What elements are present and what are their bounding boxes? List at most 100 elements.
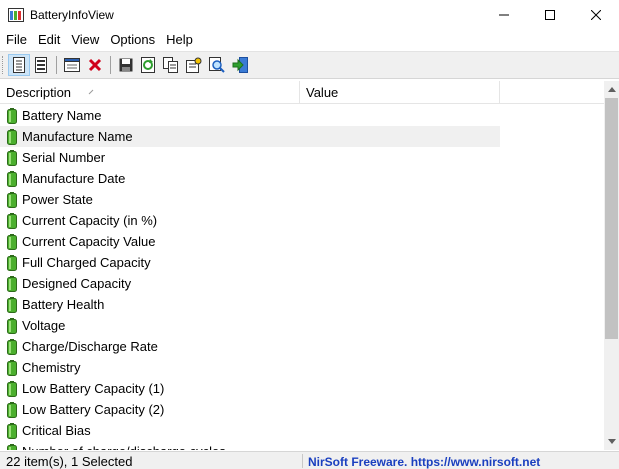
save-icon	[119, 58, 133, 72]
list-item[interactable]: Manufacture Name	[0, 126, 604, 147]
maximize-button[interactable]	[527, 0, 573, 30]
menu-bar: File Edit View Options Help	[0, 30, 619, 50]
column-description-label: Description	[6, 85, 72, 100]
battery-icon	[7, 297, 17, 313]
list-item-label: Power State	[22, 192, 93, 207]
list-item[interactable]: Current Capacity Value	[0, 231, 604, 252]
battery-info-view-button[interactable]	[8, 54, 30, 76]
list-item-label: Critical Bias	[22, 423, 91, 438]
battery-icon	[7, 255, 17, 271]
refresh-icon	[141, 57, 155, 73]
chevron-down-icon	[607, 439, 616, 444]
battery-icon	[7, 129, 17, 145]
status-separator	[302, 454, 303, 468]
list-item[interactable]: Manufacture Date	[0, 168, 604, 189]
menu-help[interactable]: Help	[160, 30, 198, 50]
list-item-label: Full Charged Capacity	[22, 255, 151, 270]
battery-icon	[7, 444, 17, 450]
battery-icon	[7, 318, 17, 334]
nirsoft-link[interactable]: NirSoft Freeware. https://www.nirsoft.ne…	[308, 454, 540, 469]
properties-icon	[186, 57, 202, 73]
battery-icon	[7, 192, 17, 208]
maximize-icon	[545, 10, 555, 20]
menu-file[interactable]: File	[0, 30, 32, 50]
window-title: BatteryInfoView	[30, 8, 114, 22]
list-item-label: Charge/Discharge Rate	[22, 339, 158, 354]
battery-icon	[7, 339, 17, 355]
list-item[interactable]: Voltage	[0, 315, 604, 336]
vertical-scrollbar[interactable]	[604, 81, 619, 450]
html-report-button[interactable]	[61, 54, 83, 76]
find-button[interactable]	[206, 54, 228, 76]
window-icon	[64, 58, 80, 72]
battery-icon	[7, 423, 17, 439]
toolbar-grip[interactable]	[2, 56, 4, 74]
minimize-button[interactable]	[481, 0, 527, 30]
list-item-label: Low Battery Capacity (1)	[22, 381, 165, 396]
battery-log-view-button[interactable]	[30, 54, 52, 76]
battery-icon	[7, 150, 17, 166]
toolbar-separator	[110, 56, 111, 74]
list-item[interactable]: Designed Capacity	[0, 273, 604, 294]
item-count-status: 22 item(s), 1 Selected	[6, 454, 133, 469]
list-item-label: Low Battery Capacity (2)	[22, 402, 165, 417]
list-item[interactable]: Charge/Discharge Rate	[0, 336, 604, 357]
list-item[interactable]: Battery Name	[0, 105, 604, 126]
battery-icon	[7, 402, 17, 418]
title-bar: BatteryInfoView	[0, 0, 619, 30]
list-item-label: Chemistry	[22, 360, 81, 375]
list-item-label: Number of charge/discharge cycles	[22, 441, 226, 450]
search-icon	[209, 57, 225, 73]
list-document-icon	[35, 57, 47, 73]
sort-ascending-icon	[88, 89, 94, 95]
scroll-up-button[interactable]	[604, 81, 619, 98]
save-button[interactable]	[115, 54, 137, 76]
list-rows: Battery Name Manufacture Name Serial Numbe…	[0, 105, 604, 450]
clear-log-button[interactable]	[84, 54, 106, 76]
document-icon	[13, 57, 25, 73]
list-item-label: Current Capacity Value	[22, 234, 156, 249]
list-item[interactable]: Critical Bias	[0, 420, 604, 441]
list-item[interactable]: Number of charge/discharge cycles	[0, 441, 604, 450]
minimize-icon	[499, 14, 509, 16]
list-header: Description Value	[0, 81, 604, 104]
properties-button[interactable]	[183, 54, 205, 76]
copy-button[interactable]	[160, 54, 182, 76]
battery-icon	[7, 276, 17, 292]
refresh-button[interactable]	[137, 54, 159, 76]
battery-icon	[7, 360, 17, 376]
delete-icon	[88, 58, 102, 72]
chevron-up-icon	[607, 87, 616, 92]
list-item[interactable]: Serial Number	[0, 147, 604, 168]
scroll-thumb[interactable]	[605, 98, 618, 339]
list-item[interactable]: Battery Health	[0, 294, 604, 315]
toolbar-separator	[56, 56, 57, 74]
battery-icon	[7, 381, 17, 397]
menu-edit[interactable]: Edit	[32, 30, 65, 50]
app-icon	[8, 8, 24, 22]
list-item[interactable]: Power State	[0, 189, 604, 210]
status-bar: 22 item(s), 1 Selected NirSoft Freeware.…	[0, 451, 619, 469]
list-item-label: Manufacture Name	[22, 129, 133, 144]
list-item-label: Battery Name	[22, 108, 102, 123]
column-header-value[interactable]: Value	[300, 81, 500, 104]
list-item[interactable]: Low Battery Capacity (2)	[0, 399, 604, 420]
menu-view[interactable]: View	[65, 30, 104, 50]
list-item-label: Manufacture Date	[22, 171, 126, 186]
battery-icon	[7, 108, 17, 124]
menu-options[interactable]: Options	[104, 30, 160, 50]
copy-icon	[163, 57, 178, 73]
list-item[interactable]: Full Charged Capacity	[0, 252, 604, 273]
list-item[interactable]: Chemistry	[0, 357, 604, 378]
battery-icon	[7, 213, 17, 229]
list-item-label: Battery Health	[22, 297, 105, 312]
list-item-label: Designed Capacity	[22, 276, 132, 291]
close-icon	[591, 10, 601, 20]
exit-button[interactable]	[229, 54, 251, 76]
list-item[interactable]: Low Battery Capacity (1)	[0, 378, 604, 399]
battery-icon	[7, 171, 17, 187]
close-button[interactable]	[573, 0, 619, 30]
list-item[interactable]: Current Capacity (in %)	[0, 210, 604, 231]
column-header-description[interactable]: Description	[0, 81, 300, 104]
scroll-down-button[interactable]	[604, 433, 619, 450]
